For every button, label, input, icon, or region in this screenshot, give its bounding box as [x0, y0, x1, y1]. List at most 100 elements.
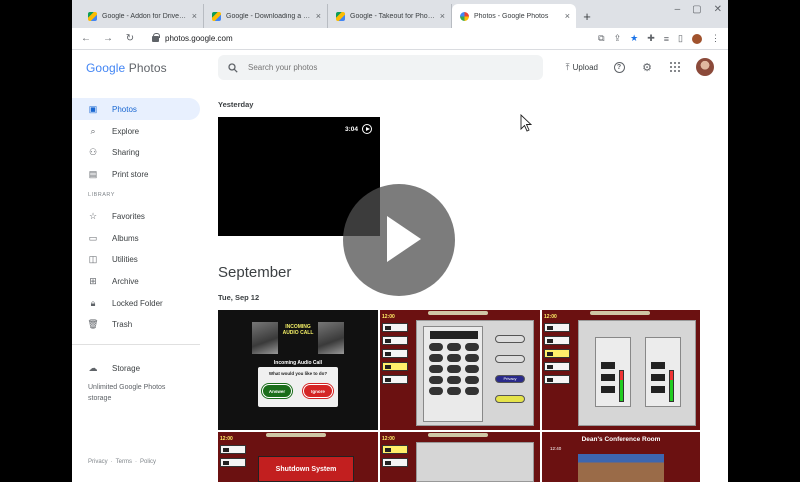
policy-link[interactable]: Policy	[140, 459, 156, 465]
sidebar-item-archive[interactable]: ⊞ Archive	[72, 270, 200, 292]
help-button[interactable]: ?	[612, 60, 626, 74]
sidebar-item-explore[interactable]: ⌕ Explore	[72, 120, 200, 142]
mouse-cursor-icon	[520, 114, 532, 132]
close-tab-icon[interactable]: ×	[192, 11, 197, 21]
gear-icon: ⚙	[642, 61, 652, 74]
photo-thumbnail-panel[interactable]: 12:00	[380, 432, 540, 482]
lock-icon: 🔒︎	[90, 297, 96, 308]
browser-tab[interactable]: Google - Addon for Drive incr ×	[80, 4, 204, 28]
panel-time: 12:00	[544, 314, 557, 320]
drive-favicon-icon	[336, 11, 345, 21]
extensions-puzzle-icon[interactable]: ✚	[647, 33, 655, 44]
star-icon: ☆	[88, 210, 98, 221]
browser-tab[interactable]: Google - Takeout for Photos ×	[328, 4, 452, 28]
photo-thumbnail-incoming-call[interactable]: INCOMING AUDIO CALL Incoming Audio Call …	[218, 310, 378, 430]
browser-profile-avatar[interactable]	[692, 33, 702, 44]
sidebar-item-locked-folder[interactable]: 🔒︎ Locked Folder	[72, 292, 200, 314]
close-window-icon[interactable]: ✕	[714, 4, 722, 15]
share-icon[interactable]: ⇪	[614, 33, 622, 44]
sidebar: ▣ Photos ⌕ Explore ⚇ Sharing ▤ Print sto…	[72, 92, 200, 482]
menu-kebab-icon[interactable]: ⋮	[711, 33, 720, 44]
search-icon[interactable]	[228, 62, 238, 73]
sidebar-item-trash[interactable]: 🗑︎ Trash	[72, 313, 200, 335]
photo-thumbnail-shutdown[interactable]: 12:00 Shutdown System	[218, 432, 378, 482]
album-icon: ▭	[88, 232, 98, 243]
sidebar-item-sharing[interactable]: ⚇ Sharing	[72, 141, 200, 163]
video-duration: 3:04	[345, 124, 372, 134]
browser-tab-active[interactable]: Photos - Google Photos ×	[452, 4, 576, 28]
tab-title: Photos - Google Photos	[474, 12, 549, 20]
forward-icon[interactable]: →	[102, 33, 114, 44]
tab-title: Google - Takeout for Photos	[350, 12, 435, 20]
close-tab-icon[interactable]: ×	[316, 11, 321, 21]
storage-description: Unlimited Google Photos storage	[88, 384, 166, 402]
lock-icon[interactable]	[152, 32, 160, 42]
duration-text: 3:04	[344, 125, 358, 133]
library-section-label: LIBRARY	[88, 192, 115, 198]
room-photo	[578, 454, 664, 482]
sidebar-item-storage[interactable]: ☁ Storage	[72, 357, 200, 379]
sidebar-divider	[72, 344, 200, 345]
shutdown-button-image: Shutdown System	[258, 456, 354, 482]
sidebar-item-albums[interactable]: ▭ Albums	[72, 227, 200, 249]
terms-link[interactable]: Terms	[116, 459, 132, 465]
trash-icon: 🗑︎	[87, 318, 99, 329]
url-text: photos.google.com	[165, 34, 233, 43]
tab-bar: Google - Addon for Drive incr × Google -…	[72, 0, 728, 28]
tab-title: Google - Addon for Drive incr	[102, 12, 187, 20]
video-play-icon[interactable]	[343, 184, 455, 296]
answer-button-image: Answer	[262, 384, 292, 398]
restore-icon[interactable]: ▢	[692, 4, 701, 15]
google-photos-logo[interactable]: Google Photos	[86, 61, 216, 75]
upload-button[interactable]: ⤒ Upload	[566, 62, 598, 73]
date-heading: Tue, Sep 12	[218, 293, 260, 302]
sidebar-item-favorites[interactable]: ☆ Favorites	[72, 205, 200, 227]
install-icon[interactable]: ⧉	[598, 33, 604, 44]
close-tab-icon[interactable]: ×	[565, 11, 570, 21]
people-icon: ⚇	[88, 146, 98, 157]
sidebar-item-label: Print store	[112, 169, 149, 179]
bookmark-star-icon[interactable]: ★	[630, 33, 638, 44]
sidebar-item-print-store[interactable]: ▤ Print store	[72, 163, 200, 185]
reload-icon[interactable]: ↻	[124, 33, 136, 44]
search-bar[interactable]	[218, 55, 543, 80]
account-avatar[interactable]	[696, 58, 714, 76]
search-icon: ⌕	[90, 125, 96, 136]
minimize-icon[interactable]: –	[675, 4, 681, 15]
ignore-button-image: Ignore	[303, 384, 333, 398]
keypad	[423, 326, 483, 422]
volume-panel	[578, 320, 696, 426]
new-tab-button[interactable]: +	[576, 4, 598, 28]
sidebar-item-photos[interactable]: ▣ Photos	[72, 98, 200, 120]
tab-title: Google - Downloading a Shar	[226, 12, 311, 20]
photo-thumbnail-keypad[interactable]: 12:00 Privacy	[380, 310, 540, 430]
call-dialog: What would you like to do? Answer Ignore	[258, 367, 338, 407]
reading-list-icon[interactable]: ≡	[664, 34, 669, 44]
photo-thumbnail-conference-room[interactable]: Dean's Conference Room 12:40	[542, 432, 700, 482]
sidebar-item-label: Sharing	[112, 147, 140, 157]
url-field[interactable]: photos.google.com	[146, 31, 588, 47]
privacy-link[interactable]: Privacy	[88, 459, 108, 465]
panel-time: 12:00	[382, 436, 395, 442]
drive-favicon-icon	[212, 11, 221, 21]
browser-tab[interactable]: Google - Downloading a Shar ×	[204, 4, 328, 28]
video-feed-image	[318, 322, 344, 354]
cloud-icon: ☁	[88, 362, 98, 373]
photos-favicon-icon	[460, 11, 469, 21]
settings-button[interactable]: ⚙	[640, 60, 654, 74]
photo-thumbnail-volume-panel[interactable]: 12:00	[542, 310, 700, 430]
control-panel-sidebar: 12:00	[382, 314, 412, 388]
sidebar-item-utilities[interactable]: ◫ Utilities	[72, 248, 200, 270]
sidebar-item-label: Albums	[112, 233, 139, 243]
sidebar-item-label: Explore	[112, 126, 140, 136]
sidepanel-icon[interactable]: ▯	[678, 33, 683, 44]
back-icon[interactable]: ←	[80, 33, 92, 44]
sidebar-item-label: Favorites	[112, 211, 145, 221]
control-panel-sidebar: 12:00	[544, 314, 574, 388]
window-controls: – ▢ ✕	[675, 4, 722, 15]
apps-button[interactable]	[668, 60, 682, 74]
volume-meter	[619, 370, 624, 402]
search-input[interactable]	[248, 63, 508, 72]
close-tab-icon[interactable]: ×	[440, 11, 445, 21]
play-circle-icon	[362, 124, 372, 134]
